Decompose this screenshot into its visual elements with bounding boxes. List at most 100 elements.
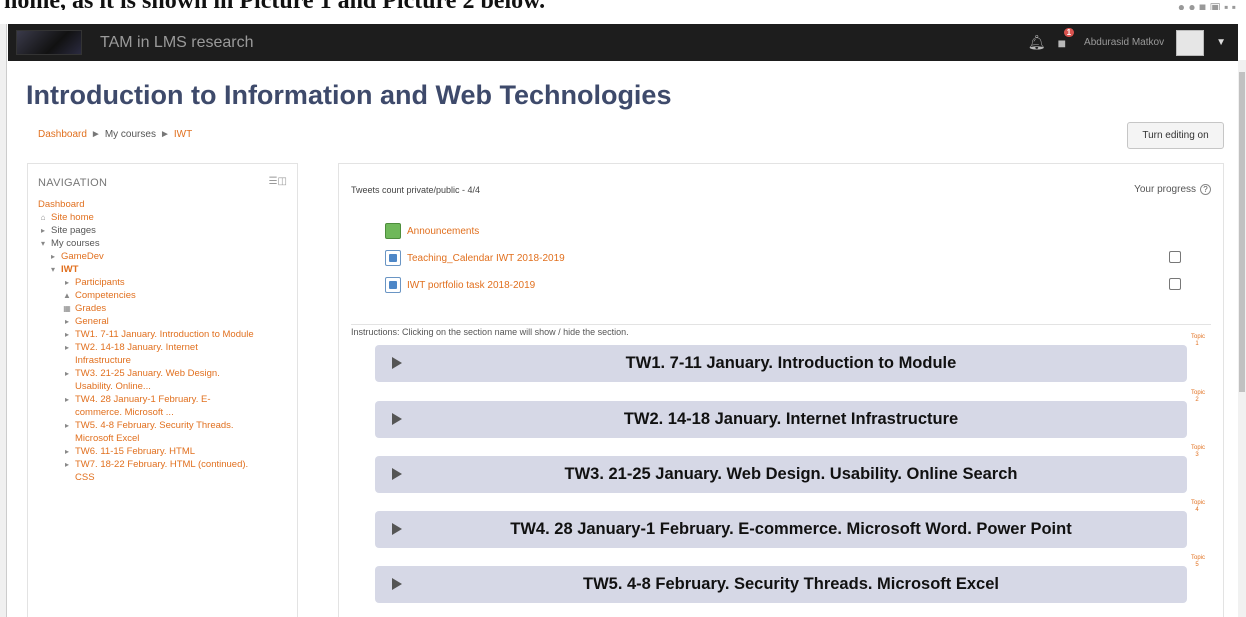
divider xyxy=(351,324,1211,325)
activity-portfolio-task[interactable]: IWT portfolio task 2018-2019 xyxy=(385,277,535,293)
chevron-down-icon[interactable]: ▼ xyxy=(1216,37,1226,48)
chevron-right-icon[interactable]: ▸ xyxy=(48,250,58,263)
navigation-tree: Dashboard ⌂ Site home ▸ Site pages ▾ My cou… xyxy=(38,198,293,484)
avatar[interactable] xyxy=(1176,29,1205,56)
site-logo[interactable] xyxy=(16,30,82,55)
nav-item-label[interactable]: TW7. 18-22 February. HTML (continued). C… xyxy=(75,458,255,484)
site-name[interactable]: TAM in LMS research xyxy=(100,34,254,52)
nav-item-label[interactable]: TW6. 11-15 February. HTML xyxy=(75,445,195,458)
message-count-badge: 1 xyxy=(1063,27,1075,37)
scrollbar-thumb[interactable] xyxy=(1239,72,1245,392)
breadcrumb: Dashboard ► My courses ► IWT xyxy=(38,129,192,140)
nav-item-label[interactable]: TW4. 28 January-1 February. E-commerce. … xyxy=(75,393,255,419)
nav-item-site-home[interactable]: ⌂ Site home xyxy=(38,211,293,224)
nav-item-label[interactable]: Site pages xyxy=(51,224,96,237)
nav-item-tw6[interactable]: ▸ TW6. 11-15 February. HTML xyxy=(38,445,293,458)
breadcrumb-separator: ► xyxy=(159,129,170,140)
page-scrollbar[interactable] xyxy=(1238,60,1246,617)
nav-item-iwt[interactable]: ▾ IWT xyxy=(38,263,293,276)
competency-icon: ▲ xyxy=(63,291,71,300)
chevron-right-icon[interactable]: ▸ xyxy=(62,367,72,393)
turn-editing-on-button[interactable]: Turn editing on xyxy=(1127,122,1224,149)
section-title[interactable]: TW5. 4-8 February. Security Threads. Mic… xyxy=(375,575,1187,594)
chevron-right-icon[interactable]: ▸ xyxy=(62,276,72,289)
section-tw2[interactable]: TW2. 14-18 January. Internet Infrastruct… xyxy=(375,401,1187,438)
nav-item-label[interactable]: TW2. 14-18 January. Internet Infrastruct… xyxy=(75,341,255,367)
nav-item-label[interactable]: Competencies xyxy=(75,289,136,302)
activity-label[interactable]: Teaching_Calendar IWT 2018-2019 xyxy=(407,253,565,264)
section-tw1[interactable]: TW1. 7-11 January. Introduction to Modul… xyxy=(375,345,1187,382)
chevron-right-icon[interactable]: ▸ xyxy=(62,445,72,458)
chevron-down-icon[interactable]: ▾ xyxy=(38,237,48,250)
nav-item-label[interactable]: Dashboard xyxy=(38,198,84,211)
nav-item-label[interactable]: TW1. 7-11 January. Introduction to Modul… xyxy=(75,328,255,341)
user-name[interactable]: Abdurasid Matkov xyxy=(1084,37,1164,48)
nav-item-tw7[interactable]: ▸ TW7. 18-22 February. HTML (continued). … xyxy=(38,458,293,484)
section-tw3[interactable]: TW3. 21-25 January. Web Design. Usabilit… xyxy=(375,456,1187,493)
chevron-down-icon[interactable]: ▾ xyxy=(48,263,58,276)
nav-item-tw3[interactable]: ▸ TW3. 21-25 January. Web Design. Usabili… xyxy=(38,367,293,393)
section-title[interactable]: TW1. 7-11 January. Introduction to Modul… xyxy=(375,354,1187,373)
activity-label[interactable]: Announcements xyxy=(407,226,479,237)
window-left-edge xyxy=(0,24,7,617)
nav-item-label[interactable]: TW5. 4-8 February. Security Threads. Mic… xyxy=(75,419,255,445)
nav-item-tw4[interactable]: ▸ TW4. 28 January-1 February. E-commerce.… xyxy=(38,393,293,419)
section-title[interactable]: TW3. 21-25 January. Web Design. Usabilit… xyxy=(375,465,1187,484)
nav-item-general[interactable]: ▸ General xyxy=(38,315,293,328)
nav-item-label[interactable]: Grades xyxy=(75,302,106,315)
nav-item-competencies[interactable]: ▲ Competencies xyxy=(38,289,293,302)
completion-checkbox[interactable] xyxy=(1169,278,1181,290)
nav-item-site-pages[interactable]: ▸ Site pages xyxy=(38,224,293,237)
chevron-right-icon[interactable]: ▸ xyxy=(62,341,72,367)
chevron-right-icon[interactable]: ▸ xyxy=(62,393,72,419)
completion-checkbox[interactable] xyxy=(1169,251,1181,263)
section-title[interactable]: TW4. 28 January-1 February. E-commerce. … xyxy=(375,520,1187,539)
expand-triangle-icon[interactable] xyxy=(392,413,402,425)
nav-item-label[interactable]: GameDev xyxy=(61,250,104,263)
speech-bubble-icon[interactable]: ■ 1 xyxy=(1058,27,1075,51)
breadcrumb-dashboard[interactable]: Dashboard xyxy=(38,129,87,140)
help-icon[interactable]: ? xyxy=(1200,184,1211,195)
expand-triangle-icon[interactable] xyxy=(392,523,402,535)
topic-tag: Topic 1 xyxy=(1191,334,1206,347)
nav-item-gamedev[interactable]: ▸ GameDev xyxy=(38,250,293,263)
section-title[interactable]: TW2. 14-18 January. Internet Infrastruct… xyxy=(375,410,1187,429)
expand-triangle-icon[interactable] xyxy=(392,357,402,369)
section-tw5[interactable]: TW5. 4-8 February. Security Threads. Mic… xyxy=(375,566,1187,603)
document-text-crop: home, as it is shown in Picture 1 and Pi… xyxy=(0,0,1246,10)
nav-item-dashboard[interactable]: Dashboard xyxy=(38,198,293,211)
nav-item-label[interactable]: Site home xyxy=(51,211,94,224)
nav-item-label[interactable]: TW3. 21-25 January. Web Design. Usabilit… xyxy=(75,367,255,393)
your-progress-label: Your progress xyxy=(1134,184,1196,195)
course-content: Tweets count private/public - 4/4 Your p… xyxy=(338,163,1224,617)
nav-item-label[interactable]: My courses xyxy=(51,237,100,250)
nav-item-tw2[interactable]: ▸ TW2. 14-18 January. Internet Infrastruc… xyxy=(38,341,293,367)
activity-label[interactable]: IWT portfolio task 2018-2019 xyxy=(407,280,535,291)
forum-icon xyxy=(385,223,401,239)
nav-item-grades[interactable]: ▦ Grades xyxy=(38,302,293,315)
activity-teaching-calendar[interactable]: Teaching_Calendar IWT 2018-2019 xyxy=(385,250,565,266)
chevron-right-icon[interactable]: ▸ xyxy=(62,315,72,328)
nav-item-tw5[interactable]: ▸ TW5. 4-8 February. Security Threads. Mi… xyxy=(38,419,293,445)
nav-item-label[interactable]: Participants xyxy=(75,276,125,289)
chevron-right-icon[interactable]: ▸ xyxy=(38,224,48,237)
chevron-right-icon[interactable]: ▸ xyxy=(62,328,72,341)
breadcrumb-my-courses[interactable]: My courses xyxy=(105,129,156,140)
grades-icon: ▦ xyxy=(63,304,71,313)
nav-item-label[interactable]: General xyxy=(75,315,109,328)
nav-item-participants[interactable]: ▸ Participants xyxy=(38,276,293,289)
nav-item-tw1[interactable]: ▸ TW1. 7-11 January. Introduction to Modu… xyxy=(38,328,293,341)
nav-item-label[interactable]: IWT xyxy=(61,263,78,276)
expand-triangle-icon[interactable] xyxy=(392,468,402,480)
topic-tag: Topic 4 xyxy=(1191,500,1206,513)
file-icon xyxy=(385,250,401,266)
block-actions-icon[interactable]: ☰◫ xyxy=(269,176,287,187)
chevron-right-icon[interactable]: ▸ xyxy=(62,458,72,484)
nav-item-my-courses[interactable]: ▾ My courses xyxy=(38,237,293,250)
expand-triangle-icon[interactable] xyxy=(392,578,402,590)
bell-icon[interactable]: 🔔︎ xyxy=(1028,34,1046,51)
activity-announcements[interactable]: Announcements xyxy=(385,223,479,239)
breadcrumb-iwt[interactable]: IWT xyxy=(174,129,192,140)
chevron-right-icon[interactable]: ▸ xyxy=(62,419,72,445)
section-tw4[interactable]: TW4. 28 January-1 February. E-commerce. … xyxy=(375,511,1187,548)
